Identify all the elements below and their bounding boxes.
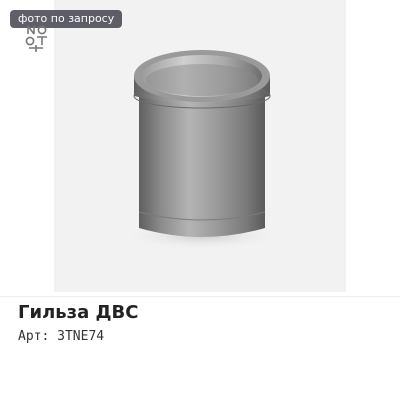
sku-line: Арт: 3TNE74: [18, 329, 104, 344]
cylinder-liner-image: [122, 50, 282, 250]
divider: [0, 296, 400, 297]
product-title[interactable]: Гильза ДВС: [18, 302, 138, 323]
sku-label: Арт:: [18, 329, 50, 344]
sku-value: 3TNE74: [57, 329, 105, 344]
product-photo[interactable]: [54, 0, 346, 292]
brand-logo-icon: [25, 25, 47, 52]
product-card[interactable]: фото по запросу Гильза ДВС Арт: 3TNE74: [0, 0, 400, 400]
